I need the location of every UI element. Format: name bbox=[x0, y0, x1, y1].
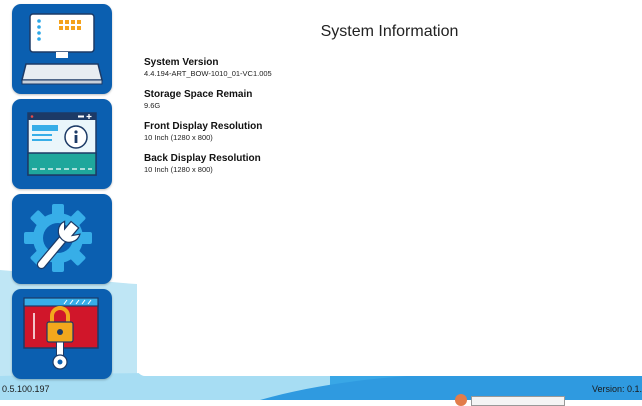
status-dot-icon bbox=[455, 394, 467, 406]
status-bar bbox=[471, 396, 565, 406]
info-value: 4.4.194-ART_BOW-1010_01-VC1.005 bbox=[144, 69, 272, 78]
lock-key-icon bbox=[23, 297, 99, 370]
gear-wrench-icon bbox=[24, 204, 92, 272]
sidebar-item-system-console[interactable] bbox=[12, 4, 112, 94]
footer-status-widget bbox=[455, 394, 565, 406]
info-label: Back Display Resolution bbox=[144, 153, 261, 164]
info-label: Storage Space Remain bbox=[144, 89, 253, 100]
info-value: 9.6G bbox=[144, 101, 161, 110]
info-value: 10 Inch (1280 x 800) bbox=[144, 133, 213, 142]
system-information-panel: System Information System Version 4.4.19… bbox=[137, 0, 642, 376]
info-label: System Version bbox=[144, 57, 219, 68]
info-item-back-display: Back Display Resolution 10 Inch (1280 x … bbox=[144, 152, 272, 175]
info-label: Front Display Resolution bbox=[144, 121, 263, 132]
info-item-storage: Storage Space Remain 9.6G bbox=[144, 88, 272, 111]
info-item-front-display: Front Display Resolution 10 Inch (1280 x… bbox=[144, 120, 272, 143]
sidebar-item-system-information[interactable] bbox=[12, 99, 112, 189]
info-window-icon bbox=[27, 112, 97, 176]
ip-address: 0.5.100.197 bbox=[2, 384, 50, 394]
page-title: System Information bbox=[320, 23, 459, 40]
sidebar-item-settings[interactable] bbox=[12, 194, 112, 284]
sidebar-item-security-lock[interactable] bbox=[12, 289, 112, 379]
info-item-system-version: System Version 4.4.194-ART_BOW-1010_01-V… bbox=[144, 56, 272, 79]
info-value: 10 Inch (1280 x 800) bbox=[144, 165, 213, 174]
info-list: System Version 4.4.194-ART_BOW-1010_01-V… bbox=[144, 56, 272, 184]
system-console-icon bbox=[21, 13, 103, 85]
version-label: Version: 0.1. bbox=[591, 384, 642, 394]
